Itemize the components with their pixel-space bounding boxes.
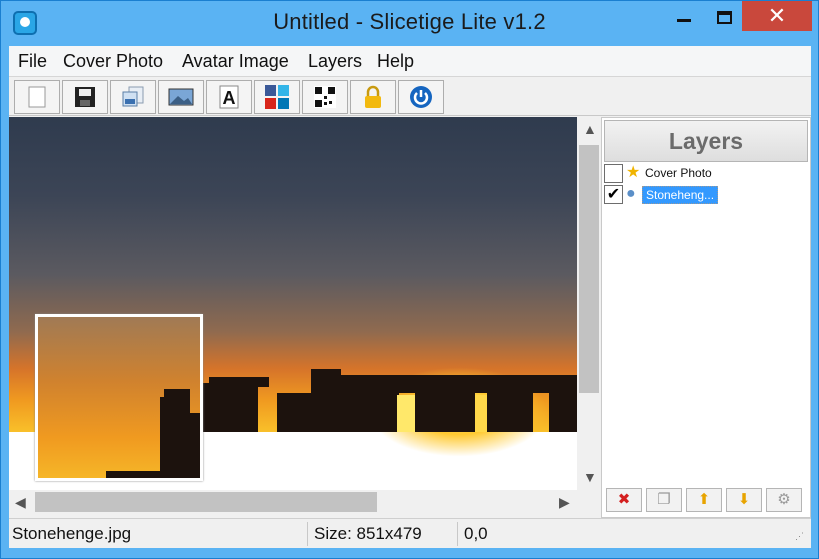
menu-file[interactable]: File: [18, 51, 47, 72]
status-filename: Stonehenge.jpg: [12, 524, 132, 543]
move-layer-up-button[interactable]: ⬆: [686, 488, 722, 512]
layer-row-cover-photo[interactable]: ★ Cover Photo: [604, 164, 804, 184]
close-icon: ✕: [767, 3, 787, 28]
status-divider: [307, 522, 308, 546]
minimize-icon: [677, 18, 691, 22]
scroll-up-icon[interactable]: ▲: [583, 121, 597, 137]
new-document-icon: [28, 86, 46, 108]
status-bar: Stonehenge.jpg Size: 851x479 0,0 ⋰: [9, 518, 811, 548]
horizontal-scrollbar[interactable]: ◀ ▶: [9, 490, 577, 514]
layer-label[interactable]: Stoneheng...: [642, 186, 719, 204]
cover-image-icon: [168, 88, 194, 106]
scroll-down-icon[interactable]: ▼: [583, 469, 597, 485]
menu-layers[interactable]: Layers: [308, 51, 362, 72]
avatar-stone-silhouette: [106, 389, 200, 478]
app-window: Untitled - Slicetige Lite v1.2 ✕ File Co…: [0, 0, 819, 559]
status-divider: [457, 522, 458, 546]
layer-settings-button[interactable]: ⚙: [766, 488, 802, 512]
client-area: File Cover Photo Avatar Image Layers Hel…: [9, 46, 811, 548]
design-canvas[interactable]: [9, 117, 577, 500]
resize-grip-icon[interactable]: ⋰: [795, 531, 804, 542]
lock-icon: [365, 85, 381, 108]
save-icon: [75, 87, 95, 107]
qr-code-button[interactable]: [302, 80, 348, 114]
social-networks-icon: [265, 85, 289, 109]
menu-cover-photo[interactable]: Cover Photo: [63, 51, 163, 72]
menu-bar: File Cover Photo Avatar Image Layers Hel…: [9, 46, 811, 76]
horizontal-scroll-thumb[interactable]: [35, 492, 377, 512]
save-button[interactable]: [62, 80, 108, 114]
delete-layer-button[interactable]: ✖: [606, 488, 642, 512]
settings-icon: ⚙: [777, 491, 791, 508]
qr-code-icon: [314, 86, 336, 108]
duplicate-icon: ❐: [657, 491, 671, 508]
lock-button[interactable]: [350, 80, 396, 114]
layers-title: Layers: [604, 120, 808, 162]
layers-panel: Layers ★ Cover Photo ✔ ● Stoneheng... ✖ …: [601, 117, 811, 518]
delete-icon: ✖: [617, 491, 631, 508]
layer-visibility-checkbox[interactable]: [604, 164, 623, 183]
text-button[interactable]: A: [206, 80, 252, 114]
move-up-icon: ⬆: [697, 491, 711, 508]
status-coordinates: 0,0: [464, 524, 488, 543]
vertical-scroll-thumb[interactable]: [579, 145, 599, 393]
text-icon-glyph: A: [223, 88, 236, 108]
title-bar[interactable]: Untitled - Slicetige Lite v1.2 ✕: [1, 1, 818, 46]
cover-image-button[interactable]: [158, 80, 204, 114]
menu-help[interactable]: Help: [377, 51, 414, 72]
maximize-button[interactable]: [701, 1, 747, 31]
export-images-icon: [122, 86, 144, 107]
star-icon: ★: [626, 164, 641, 181]
power-icon: [410, 86, 432, 108]
scroll-right-icon[interactable]: ▶: [559, 494, 570, 511]
avatar-image-frame[interactable]: [35, 314, 203, 481]
layer-visibility-checkbox[interactable]: ✔: [604, 185, 623, 204]
layer-row-stonehenge[interactable]: ✔ ● Stoneheng...: [604, 185, 804, 205]
close-button[interactable]: ✕: [742, 1, 812, 31]
toolbar: A: [9, 76, 811, 116]
status-image-size: Size: 851x479: [314, 524, 422, 543]
menu-avatar-image[interactable]: Avatar Image: [182, 51, 289, 72]
duplicate-layer-button[interactable]: ❐: [646, 488, 682, 512]
move-layer-down-button[interactable]: ⬇: [726, 488, 762, 512]
image-layer-icon: ●: [626, 185, 636, 202]
maximize-icon: [716, 10, 732, 24]
layer-label[interactable]: Cover Photo: [642, 165, 715, 181]
move-down-icon: ⬇: [737, 491, 751, 508]
text-icon: A: [219, 85, 239, 109]
vertical-scrollbar[interactable]: ▲ ▼: [577, 117, 601, 490]
layer-actions: ✖ ❐ ⬆ ⬇ ⚙: [606, 488, 808, 514]
social-button[interactable]: [254, 80, 300, 114]
new-button[interactable]: [14, 80, 60, 114]
power-button[interactable]: [398, 80, 444, 114]
scroll-left-icon[interactable]: ◀: [15, 494, 26, 511]
export-button[interactable]: [110, 80, 156, 114]
